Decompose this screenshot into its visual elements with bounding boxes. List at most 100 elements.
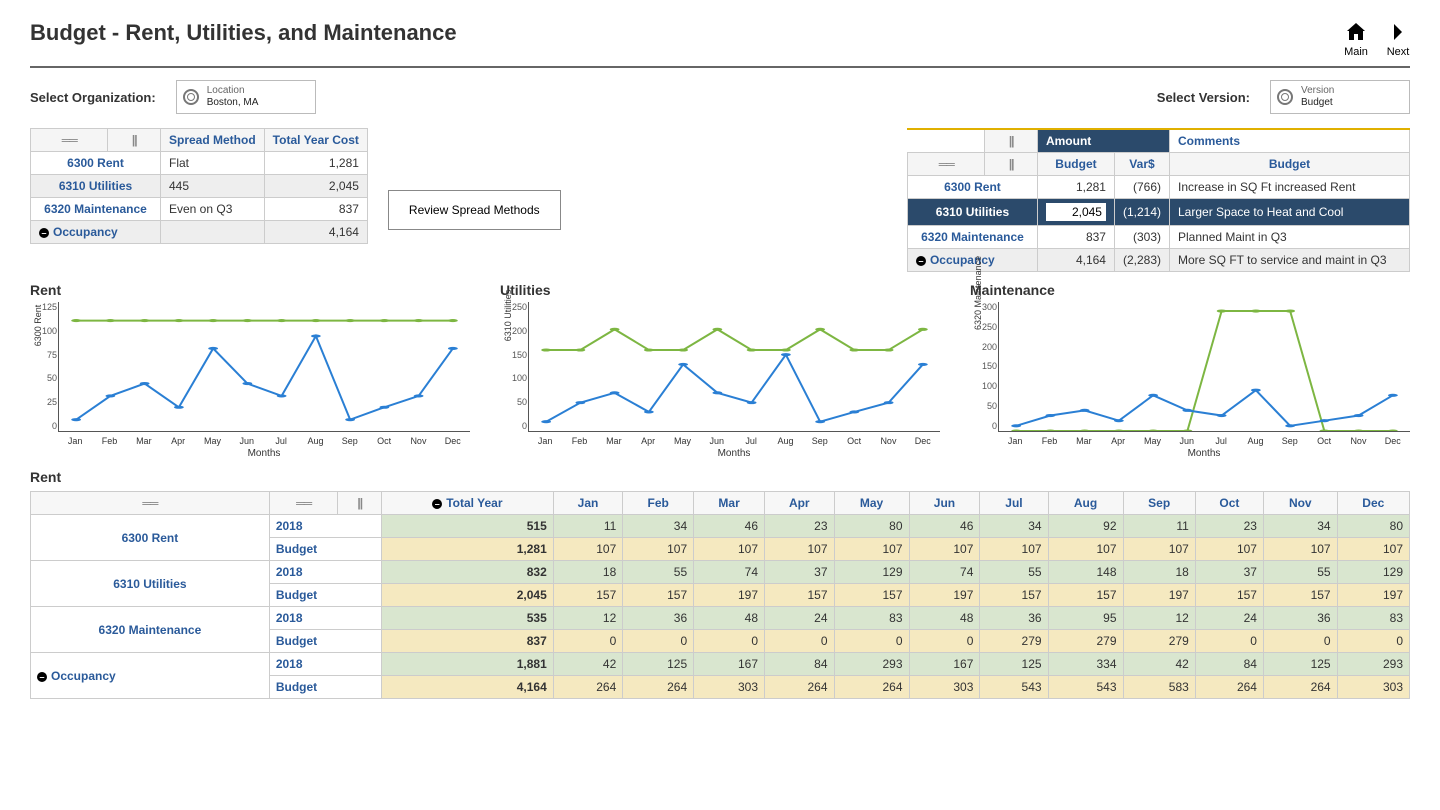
collapse-icon[interactable]: – xyxy=(432,499,442,509)
month-header[interactable]: Sep xyxy=(1123,492,1195,515)
value-cell[interactable]: 293 xyxy=(1337,653,1409,676)
value-cell[interactable]: 107 xyxy=(1337,538,1409,561)
value-cell[interactable]: 0 xyxy=(909,630,980,653)
table-row-label[interactable]: –Occupancy xyxy=(31,221,161,244)
drag-icon[interactable]: ══ xyxy=(939,157,954,171)
value-cell[interactable]: 55 xyxy=(980,561,1048,584)
value-cell[interactable]: 157 xyxy=(980,584,1048,607)
value-cell[interactable]: 129 xyxy=(834,561,909,584)
collapse-icon[interactable]: – xyxy=(37,672,47,682)
drag-icon[interactable]: ══ xyxy=(296,496,311,510)
value-cell[interactable]: 107 xyxy=(980,538,1048,561)
value-cell[interactable]: 55 xyxy=(1263,561,1337,584)
org-selector[interactable]: Location Boston, MA xyxy=(176,80,316,114)
value-cell[interactable]: 157 xyxy=(1048,584,1123,607)
value-cell[interactable]: 74 xyxy=(909,561,980,584)
table-cell[interactable]: 445 xyxy=(161,175,265,198)
value-cell[interactable]: 279 xyxy=(1048,630,1123,653)
group-label[interactable]: –Occupancy xyxy=(31,653,270,699)
total-cell[interactable]: 837 xyxy=(381,630,553,653)
table-cell[interactable]: 1,281 xyxy=(264,152,367,175)
value-cell[interactable]: 264 xyxy=(623,676,694,699)
total-cell[interactable]: 515 xyxy=(381,515,553,538)
value-cell[interactable]: 0 xyxy=(765,630,834,653)
value-cell[interactable]: 12 xyxy=(1123,607,1195,630)
value-cell[interactable]: 0 xyxy=(623,630,694,653)
value-cell[interactable]: 264 xyxy=(765,676,834,699)
value-cell[interactable]: 583 xyxy=(1123,676,1195,699)
row-year[interactable]: 2018 xyxy=(269,653,381,676)
value-cell[interactable]: 167 xyxy=(909,653,980,676)
total-cell[interactable]: 2,045 xyxy=(381,584,553,607)
drag-icon[interactable]: ══ xyxy=(62,133,77,147)
comment-cell[interactable]: Planned Maint in Q3 xyxy=(1170,226,1410,249)
table-cell[interactable]: 1,281 xyxy=(1037,176,1114,199)
value-cell[interactable]: 74 xyxy=(694,561,765,584)
month-header[interactable]: Dec xyxy=(1337,492,1409,515)
value-cell[interactable]: 24 xyxy=(765,607,834,630)
table-cell[interactable]: 837 xyxy=(264,198,367,221)
value-cell[interactable]: 11 xyxy=(553,515,623,538)
value-cell[interactable]: 24 xyxy=(1195,607,1263,630)
value-cell[interactable]: 107 xyxy=(765,538,834,561)
value-cell[interactable]: 157 xyxy=(1263,584,1337,607)
table-cell[interactable]: Flat xyxy=(161,152,265,175)
collapse-icon[interactable]: – xyxy=(39,228,49,238)
value-cell[interactable]: 264 xyxy=(1195,676,1263,699)
row-year[interactable]: Budget xyxy=(269,584,381,607)
value-cell[interactable]: 83 xyxy=(1337,607,1409,630)
month-header[interactable]: Jun xyxy=(909,492,980,515)
month-header[interactable]: Jan xyxy=(553,492,623,515)
value-cell[interactable]: 0 xyxy=(834,630,909,653)
value-cell[interactable]: 84 xyxy=(1195,653,1263,676)
value-cell[interactable]: 303 xyxy=(694,676,765,699)
value-cell[interactable]: 125 xyxy=(1263,653,1337,676)
value-cell[interactable]: 12 xyxy=(553,607,623,630)
value-cell[interactable]: 197 xyxy=(694,584,765,607)
value-cell[interactable]: 37 xyxy=(1195,561,1263,584)
value-cell[interactable]: 0 xyxy=(1263,630,1337,653)
value-cell[interactable]: 34 xyxy=(1263,515,1337,538)
table-row-label[interactable]: 6320 Maintenance xyxy=(31,198,161,221)
value-cell[interactable]: 148 xyxy=(1048,561,1123,584)
value-cell[interactable]: 543 xyxy=(1048,676,1123,699)
total-cell[interactable]: 1,881 xyxy=(381,653,553,676)
value-cell[interactable]: 334 xyxy=(1048,653,1123,676)
value-cell[interactable]: 0 xyxy=(1195,630,1263,653)
value-cell[interactable]: 279 xyxy=(980,630,1048,653)
value-cell[interactable]: 125 xyxy=(980,653,1048,676)
value-cell[interactable]: 264 xyxy=(553,676,623,699)
table-cell[interactable] xyxy=(161,221,265,244)
value-cell[interactable]: 95 xyxy=(1048,607,1123,630)
table-cell[interactable]: 4,164 xyxy=(1037,249,1114,272)
comment-cell[interactable]: Increase in SQ Ft increased Rent xyxy=(1170,176,1410,199)
value-cell[interactable]: 18 xyxy=(1123,561,1195,584)
table-cell[interactable]: 2,045 xyxy=(1037,199,1114,226)
month-header[interactable]: Mar xyxy=(694,492,765,515)
total-cell[interactable]: 4,164 xyxy=(381,676,553,699)
separator-icon[interactable]: || xyxy=(1009,134,1014,148)
value-cell[interactable]: 107 xyxy=(834,538,909,561)
value-cell[interactable]: 83 xyxy=(834,607,909,630)
value-cell[interactable]: 157 xyxy=(1195,584,1263,607)
value-cell[interactable]: 0 xyxy=(553,630,623,653)
value-cell[interactable]: 11 xyxy=(1123,515,1195,538)
drag-icon[interactable]: ══ xyxy=(142,496,157,510)
separator-icon[interactable]: || xyxy=(1009,157,1014,171)
value-cell[interactable]: 23 xyxy=(1195,515,1263,538)
table-row-label[interactable]: 6310 Utilities xyxy=(31,175,161,198)
separator-icon[interactable]: || xyxy=(357,496,362,510)
table-row-label[interactable]: 6300 Rent xyxy=(907,176,1037,199)
row-year[interactable]: Budget xyxy=(269,676,381,699)
total-cell[interactable]: 535 xyxy=(381,607,553,630)
value-cell[interactable]: 34 xyxy=(980,515,1048,538)
value-cell[interactable]: 107 xyxy=(1263,538,1337,561)
value-cell[interactable]: 0 xyxy=(694,630,765,653)
value-cell[interactable]: 34 xyxy=(623,515,694,538)
month-header[interactable]: Jul xyxy=(980,492,1048,515)
value-cell[interactable]: 157 xyxy=(623,584,694,607)
month-header[interactable]: May xyxy=(834,492,909,515)
value-cell[interactable]: 293 xyxy=(834,653,909,676)
table-cell[interactable]: 837 xyxy=(1037,226,1114,249)
value-cell[interactable]: 129 xyxy=(1337,561,1409,584)
